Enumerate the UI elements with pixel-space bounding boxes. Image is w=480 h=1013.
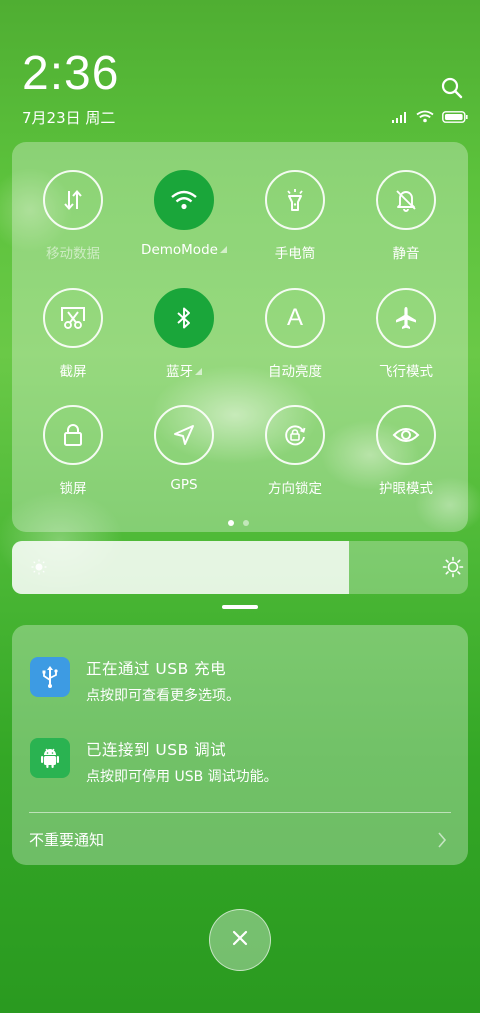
bluetooth-icon [154,288,214,348]
mobile-data-icon [43,170,103,230]
tile-eye-care[interactable]: 护眼模式 [358,405,454,497]
notification-panel: 正在通过 USB 充电 点按即可查看更多选项。 已连接到 USB 调试 点按即可… [12,625,468,865]
notification-usb-debugging[interactable]: 已连接到 USB 调试 点按即可停用 USB 调试功能。 [30,738,450,786]
tile-flashlight[interactable]: 手电筒 [247,170,343,262]
wifi-status-icon [416,108,434,127]
date[interactable]: 7月23日 周二 [22,107,115,128]
brightness-low-icon [30,558,48,580]
search-icon[interactable] [440,76,464,100]
notification-usb-charging[interactable]: 正在通过 USB 充电 点按即可查看更多选项。 [30,657,450,705]
tile-label-wrap: DemoMode [136,242,232,258]
status-icons [392,108,468,127]
tile-mobile-data[interactable]: 移动数据 [25,170,121,262]
auto-brightness-icon: A [265,288,325,348]
tile-gps[interactable]: GPS [136,405,232,493]
notification-body: 点按即可停用 USB 调试功能。 [86,769,278,785]
clock[interactable]: 2:36 [22,46,119,101]
bell-mute-icon [376,170,436,230]
tile-label: 静音 [392,246,420,262]
tile-label: 护眼模式 [379,481,433,497]
tile-label: 截屏 [59,364,87,380]
android-icon [30,738,70,778]
notification-texts: 正在通过 USB 充电 点按即可查看更多选项。 [86,657,240,705]
tile-label: 方向锁定 [268,481,322,497]
tile-label: 蓝牙 [166,364,193,380]
eye-icon [376,405,436,465]
tile-auto-brightness[interactable]: A 自动亮度 [247,288,343,380]
wifi-icon [154,170,214,230]
screenshot-icon [43,288,103,348]
location-icon [154,405,214,465]
page-dot-active [228,520,234,526]
lock-icon [43,405,103,465]
notification-body: 点按即可查看更多选项。 [86,688,240,704]
page-indicator [228,520,249,526]
brightness-slider[interactable] [12,541,468,594]
usb-icon [30,657,70,697]
flashlight-icon [265,170,325,230]
brightness-high-icon [442,556,464,582]
close-icon [231,929,249,951]
tile-label: 飞行模式 [379,364,433,380]
signal-icon [392,108,408,127]
tile-label: 移动数据 [46,246,100,262]
drag-handle[interactable] [222,605,258,609]
notification-title: 正在通过 USB 充电 [86,660,227,678]
chevron-right-icon[interactable] [437,832,447,852]
notification-title: 已连接到 USB 调试 [86,741,227,759]
battery-icon [442,108,468,127]
tile-mute[interactable]: 静音 [358,170,454,262]
expand-indicator-icon [219,246,227,253]
rotation-lock-icon [265,405,325,465]
auto-brightness-letter: A [286,304,303,331]
tile-rotation-lock[interactable]: 方向锁定 [247,405,343,497]
tile-label: 手电筒 [274,246,316,262]
expand-indicator-icon [195,368,202,375]
clear-all-button[interactable] [209,909,271,971]
tile-label: 锁屏 [59,481,87,497]
quick-settings-panel: 移动数据 DemoMode 手电筒 静音 截屏 蓝牙 A 自动亮度 飞行模式 锁… [12,142,468,532]
notification-texts: 已连接到 USB 调试 点按即可停用 USB 调试功能。 [86,738,278,786]
divider [29,812,451,813]
tile-label-wrap: 蓝牙 [136,360,232,380]
tile-label: 自动亮度 [268,364,322,380]
tile-bluetooth[interactable]: 蓝牙 [136,288,232,380]
tile-lock-screen[interactable]: 锁屏 [25,405,121,497]
brightness-fill [12,541,350,594]
unimportant-notifications-link[interactable]: 不重要通知 [29,829,104,850]
tile-wifi[interactable]: DemoMode [136,170,232,258]
airplane-icon [376,288,436,348]
tile-airplane-mode[interactable]: 飞行模式 [358,288,454,380]
tile-label: DemoMode [141,242,218,258]
tile-screenshot[interactable]: 截屏 [25,288,121,380]
tile-label: GPS [170,477,198,493]
page-dot [243,520,249,526]
